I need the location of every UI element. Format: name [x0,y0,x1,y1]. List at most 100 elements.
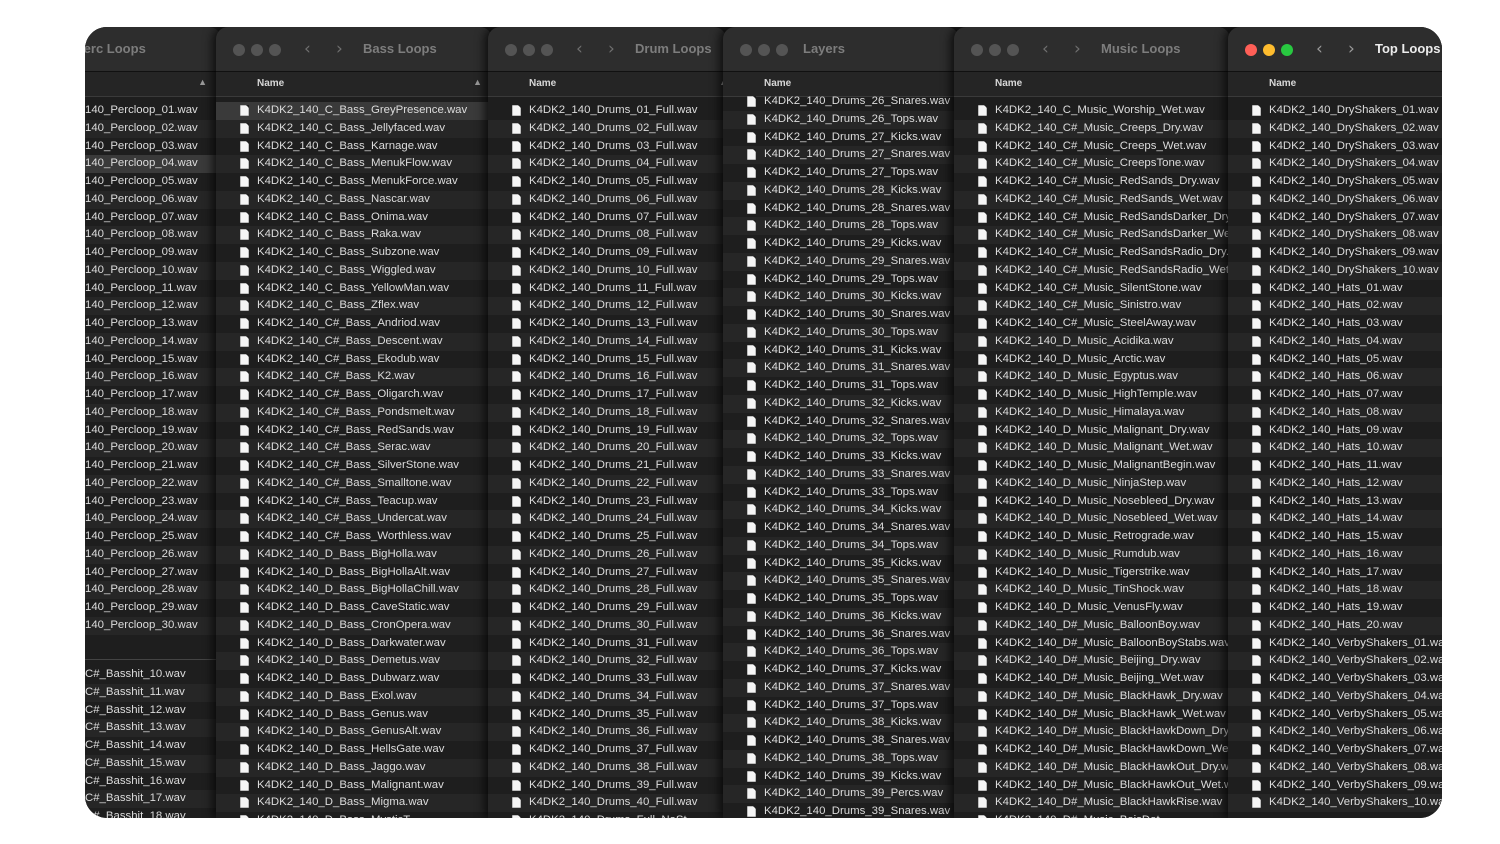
file-row[interactable]: 140_Percloop_02.wav [85,119,221,138]
file-row[interactable]: K4DK2_140_C_Bass_Subzone.wav [216,244,492,262]
window-titlebar[interactable]: ‹ › Music Loops [954,27,1230,72]
file-row[interactable]: K4DK2_140_C#_Music_Creeps_Wet.wav [954,138,1230,156]
file-row[interactable]: K4DK2_140_C#_Music_SteelAway.wav [954,315,1230,333]
file-row[interactable]: K4DK2_140_Drums_37_Full.wav [488,741,726,759]
file-row[interactable]: K4DK2_140_C#_Music_RedSandsRadio_Dry.wav [954,244,1230,262]
file-row[interactable]: K4DK2_140_Hats_17.wav [1228,564,1442,582]
finder-window-top-loops[interactable]: ‹ › Top Loops Name K4DK2_140_DryShakers_… [1228,27,1442,818]
file-row[interactable]: 140_Percloop_27.wav [85,564,221,582]
file-row[interactable]: 140_Percloop_11.wav [85,280,221,298]
file-row[interactable]: K4DK2_140_D#_Music_Beijing_Dry.wav [954,652,1230,670]
file-row[interactable]: 140_Percloop_21.wav [85,457,221,475]
file-row[interactable]: K4DK2_140_Drums_39_Full.wav [488,777,726,795]
file-row[interactable]: 140_Percloop_23.wav [85,493,221,511]
file-row[interactable]: K4DK2_140_C_Bass_Wiggled.wav [216,261,492,280]
file-row[interactable]: K4DK2_140_D#_Music_BlackHawkDown_Wet.wav [954,741,1230,759]
file-row[interactable]: K4DK2_140_C#_Music_Sinistro.wav [954,297,1230,315]
file-row[interactable]: C#_Basshit_17.wav [85,790,221,808]
file-row[interactable]: K4DK2_140_DryShakers_01.wav [1228,102,1442,120]
file-row[interactable]: K4DK2_140_C#_Bass_Ekodub.wav [216,351,492,369]
file-row[interactable]: K4DK2_140_C#_Bass_Teacup.wav [216,493,492,511]
file-row[interactable]: 140_Percloop_20.wav [85,439,221,457]
window-titlebar[interactable]: Layers [723,27,959,72]
file-row[interactable]: K4DK2_140_Drums_18_Full.wav [488,403,726,422]
file-row[interactable]: K4DK2_140_Drums_35_Full.wav [488,706,726,724]
file-row[interactable]: K4DK2_140_Hats_13.wav [1228,493,1442,511]
file-row[interactable]: K4DK2_140_D_Music_Tigerstrike.wav [954,564,1230,582]
file-row[interactable]: K4DK2_140_Drums_05_Full.wav [488,173,726,191]
file-row[interactable]: K4DK2_140_Drums_37_Kicks.wav [723,661,959,679]
file-row[interactable]: 140_Percloop_04.wav [85,155,221,173]
file-row[interactable]: K4DK2_140_C#_Bass_Serac.wav [216,439,492,457]
file-list[interactable]: K4DK2_140_Drums_01_Full.wav K4DK2_140_Dru… [488,102,726,818]
file-row[interactable]: K4DK2_140_Drums_31_Full.wav [488,635,726,653]
close-button[interactable] [1245,44,1257,56]
file-row[interactable]: K4DK2_140_VerbyShakers_04.wav [1228,687,1442,706]
file-row[interactable]: K4DK2_140_Drums_31_Tops.wav [723,377,959,395]
file-row[interactable]: K4DK2_140_Drums_35_Tops.wav [723,590,959,608]
file-row[interactable]: K4DK2_140_C_Bass_Jellyfaced.wav [216,119,492,138]
file-row[interactable]: K4DK2_140_D_Bass_GenusAlt.wav [216,723,492,741]
file-row[interactable]: K4DK2_140_C_Bass_Zflex.wav [216,297,492,315]
file-row[interactable]: K4DK2_140_D#_Music_BalloonBoyStabs.wav [954,635,1230,653]
minimize-button[interactable] [989,44,1001,56]
file-row[interactable]: K4DK2_140_Drums_31_Snares.wav [723,359,959,377]
file-row[interactable]: K4DK2_140_C#_Bass_Pondsmelt.wav [216,403,492,422]
file-row[interactable]: K4DK2_140_Hats_19.wav [1228,599,1442,617]
chevron-right-icon[interactable]: › [336,39,343,59]
file-row[interactable]: K4DK2_140_Drums_34_Full.wav [488,687,726,706]
file-row[interactable]: K4DK2_140_Drums_26_Snares.wav [723,93,959,111]
file-row[interactable]: K4DK2_140_D#_Music_BoisDot... [954,812,1230,818]
file-row[interactable]: K4DK2_140_Drums_40_Full.wav [488,794,726,812]
file-row[interactable]: K4DK2_140_Drums_14_Full.wav [488,332,726,351]
file-row[interactable]: 140_Percloop_19.wav [85,422,221,440]
close-button[interactable] [505,44,517,56]
file-row[interactable]: K4DK2_140_D_Music_Malignant_Wet.wav [954,439,1230,457]
name-column-header[interactable]: Name [529,78,556,89]
file-row[interactable]: K4DK2_140_C#_Music_CreepsTone.wav [954,155,1230,173]
file-row[interactable]: K4DK2_140_C_Bass_Nascar.wav [216,190,492,209]
file-row[interactable]: C#_Basshit_12.wav [85,702,221,720]
file-row[interactable]: K4DK2_140_DryShakers_09.wav [1228,244,1442,262]
file-row[interactable]: K4DK2_140_Hats_08.wav [1228,403,1442,422]
file-row[interactable]: K4DK2_140_D_Bass_BigHolla.wav [216,545,492,564]
file-row[interactable]: 140_Percloop_14.wav [85,332,221,351]
file-list-lower[interactable]: C#_Basshit_10.wav C#_Basshit_11.wav C#_Bas… [85,666,221,818]
file-row[interactable]: K4DK2_140_Drums_09_Full.wav [488,244,726,262]
file-row[interactable]: K4DK2_140_Drums_30_Tops.wav [723,323,959,342]
zoom-button[interactable] [269,44,281,56]
zoom-button[interactable] [1281,44,1293,56]
file-row[interactable]: K4DK2_140_Hats_05.wav [1228,351,1442,369]
file-list[interactable]: K4DK2_140_C_Bass_GreyPresence.wav K4DK2_1… [216,102,492,818]
minimize-button[interactable] [1263,44,1275,56]
file-row[interactable]: K4DK2_140_DryShakers_03.wav [1228,138,1442,156]
file-row[interactable]: 140_Percloop_07.wav [85,209,221,227]
file-row[interactable]: K4DK2_140_D#_Music_BlackHawk_Wet.wav [954,706,1230,724]
file-row[interactable]: K4DK2_140_Drums_23_Full.wav [488,493,726,511]
file-row[interactable]: K4DK2_140_Hats_10.wav [1228,439,1442,457]
file-row[interactable]: K4DK2_140_Hats_06.wav [1228,368,1442,386]
file-row[interactable]: K4DK2_140_Drums_25_Full.wav [488,528,726,546]
file-row[interactable]: K4DK2_140_VerbyShakers_02.wav [1228,652,1442,670]
file-row[interactable]: K4DK2_140_Drums_30_Snares.wav [723,306,959,324]
file-row[interactable]: C#_Basshit_10.wav [85,666,221,684]
file-row[interactable]: K4DK2_140_Drums_Full_NoSt... [488,812,726,818]
file-row[interactable]: K4DK2_140_C#_Music_RedSandsDarker_Wet.wa… [954,226,1230,244]
file-row[interactable]: K4DK2_140_Drums_04_Full.wav [488,155,726,173]
file-row[interactable]: K4DK2_140_Drums_33_Tops.wav [723,484,959,502]
file-row[interactable]: K4DK2_140_Drums_38_Kicks.wav [723,714,959,732]
file-row[interactable]: K4DK2_140_D_Bass_Dubwarz.wav [216,670,492,688]
file-row[interactable]: K4DK2_140_Drums_28_Full.wav [488,581,726,599]
file-row[interactable]: K4DK2_140_VerbyShakers_01.wav [1228,635,1442,653]
file-row[interactable]: K4DK2_140_Hats_02.wav [1228,297,1442,315]
file-row[interactable]: K4DK2_140_DryShakers_10.wav [1228,261,1442,280]
file-row[interactable]: K4DK2_140_D#_Music_BlackHawkRise.wav [954,794,1230,812]
file-row[interactable]: K4DK2_140_Drums_20_Full.wav [488,439,726,457]
file-row[interactable]: K4DK2_140_VerbyShakers_06.wav [1228,723,1442,741]
file-row[interactable]: K4DK2_140_Drums_39_Percs.wav [723,785,959,803]
chevron-right-icon[interactable]: › [1348,39,1355,59]
file-row[interactable]: K4DK2_140_D_Music_TinShock.wav [954,581,1230,599]
file-row[interactable]: K4DK2_140_C_Bass_Raka.wav [216,226,492,244]
file-row[interactable]: K4DK2_140_Drums_17_Full.wav [488,386,726,404]
file-row[interactable]: K4DK2_140_Drums_34_Kicks.wav [723,501,959,519]
